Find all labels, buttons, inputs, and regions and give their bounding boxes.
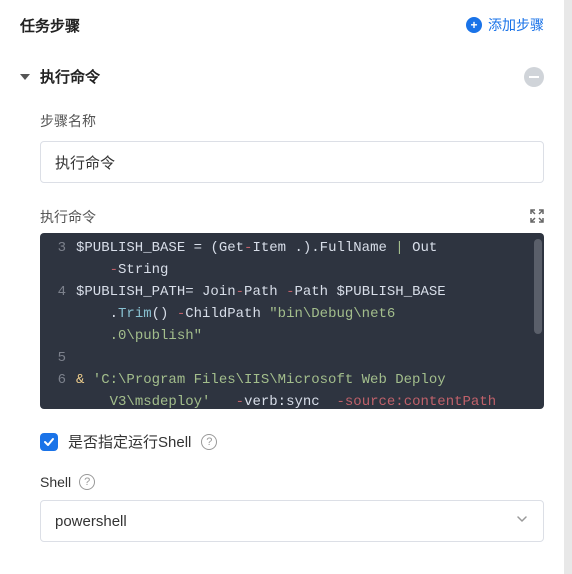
add-step-button[interactable]: + 添加步骤 bbox=[466, 15, 544, 35]
scrollbar[interactable] bbox=[534, 239, 542, 334]
step-header: 执行命令 bbox=[20, 66, 544, 87]
check-icon bbox=[43, 436, 55, 448]
step-name-input[interactable] bbox=[40, 141, 544, 183]
line-number: 5 bbox=[40, 347, 76, 369]
code-label: 执行命令 bbox=[40, 207, 96, 227]
expand-icon[interactable] bbox=[530, 209, 544, 226]
shell-label: Shell bbox=[40, 474, 71, 490]
line-number: 6 bbox=[40, 369, 76, 391]
chevron-down-icon bbox=[515, 512, 529, 530]
step-name-label: 步骤名称 bbox=[40, 111, 544, 131]
task-steps-title: 任务步骤 bbox=[20, 15, 80, 36]
shell-value: powershell bbox=[55, 513, 127, 530]
add-step-label: 添加步骤 bbox=[488, 15, 544, 35]
collapse-button[interactable] bbox=[524, 67, 544, 87]
step-title: 执行命令 bbox=[40, 66, 100, 87]
shell-select[interactable]: powershell bbox=[40, 500, 544, 542]
code-editor[interactable]: 3 $PUBLISH_BASE = (Get-Item .).FullName … bbox=[40, 233, 544, 409]
minus-icon bbox=[529, 76, 539, 78]
help-icon[interactable]: ? bbox=[79, 474, 95, 490]
caret-down-icon[interactable] bbox=[20, 74, 30, 80]
specify-shell-label: 是否指定运行Shell bbox=[68, 431, 191, 452]
help-icon[interactable]: ? bbox=[201, 434, 217, 450]
task-steps-header: 任务步骤 + 添加步骤 bbox=[20, 10, 544, 40]
line-number: 4 bbox=[40, 281, 76, 303]
specify-shell-checkbox[interactable] bbox=[40, 433, 58, 451]
plus-icon: + bbox=[466, 17, 482, 33]
line-number: 3 bbox=[40, 237, 76, 259]
